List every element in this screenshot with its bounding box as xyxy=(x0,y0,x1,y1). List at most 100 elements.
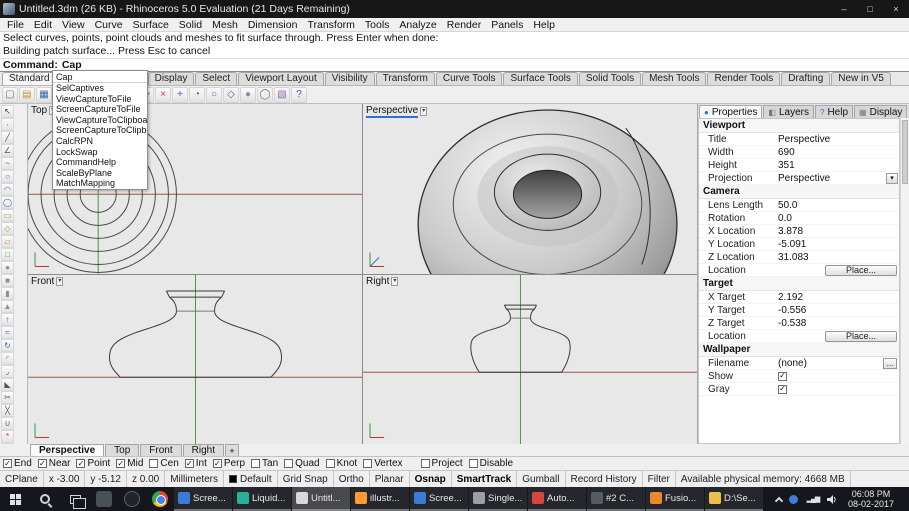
clock[interactable]: 06:08 PM 08-02-2017 xyxy=(844,489,898,509)
toolbar-tab-visibility[interactable]: Visibility xyxy=(324,72,375,85)
toolbar-tab-mesh-tools[interactable]: Mesh Tools xyxy=(642,72,707,85)
toolbar-tab-select[interactable]: Select xyxy=(195,72,238,85)
chevron-down-icon[interactable]: ▾ xyxy=(420,107,428,116)
browse-button[interactable]: ... xyxy=(883,357,897,369)
osnap-toggle-perp[interactable]: ✓ Perp xyxy=(212,458,245,469)
osnap-toggle-tan[interactable]: Tan xyxy=(251,458,278,469)
help-icon[interactable]: ? xyxy=(291,86,307,103)
autocomplete-item-calcrpn[interactable]: CalcRPN xyxy=(53,136,147,147)
task-view-button[interactable] xyxy=(60,487,90,511)
viewport-perspective[interactable]: Perspective ▾ xyxy=(363,104,697,274)
onedrive-icon[interactable] xyxy=(787,492,801,506)
autocomplete-item-screencapturetoclipboard[interactable]: ScreenCaptureToClipboard xyxy=(53,125,147,136)
toolbar-tab-drafting[interactable]: Drafting xyxy=(781,72,831,85)
chrome-button[interactable] xyxy=(146,487,174,511)
menu-item-solid[interactable]: Solid xyxy=(174,19,207,31)
taskbar-window-fusio[interactable]: Fusio... xyxy=(646,487,704,511)
delete-icon[interactable]: × xyxy=(155,86,171,103)
layer-manager-icon[interactable]: ▧ xyxy=(274,86,290,103)
checkbox[interactable]: ✓ xyxy=(778,384,787,394)
surface-tool-icon[interactable]: ▱ xyxy=(1,235,14,248)
polyline-tool-icon[interactable]: ∠ xyxy=(1,144,14,157)
extrude-tool-icon[interactable]: ↑ xyxy=(1,313,14,326)
taskbar-window-liquid[interactable]: Liquid... xyxy=(233,487,291,511)
polygon-tool-icon[interactable]: ◇ xyxy=(1,222,14,235)
toolbar-tab-viewport-layout[interactable]: Viewport Layout xyxy=(238,72,324,85)
explode-tool-icon[interactable]: * xyxy=(1,430,14,443)
autocomplete-item-matchmapping[interactable]: MatchMapping xyxy=(53,178,147,189)
autocomplete-item-viewcapturetoclipboard[interactable]: ViewCaptureToClipboard xyxy=(53,115,147,126)
toolbar-tab-render-tools[interactable]: Render Tools xyxy=(707,72,781,85)
osnap-toggle-quad[interactable]: Quad xyxy=(284,458,320,469)
new-viewport-tab-button[interactable]: + xyxy=(224,444,239,456)
curve-tool-icon[interactable]: ~ xyxy=(1,157,14,170)
autocomplete-item-lockswap[interactable]: LockSwap xyxy=(53,147,147,158)
autocomplete-item-commandhelp[interactable]: CommandHelp xyxy=(53,157,147,168)
sweep-tool-icon[interactable]: ◜ xyxy=(1,352,14,365)
checkbox[interactable] xyxy=(363,459,373,468)
checkbox[interactable] xyxy=(420,459,430,468)
viewport-right[interactable]: Right ▾ xyxy=(363,274,697,444)
menu-item-render[interactable]: Render xyxy=(442,19,486,31)
status-current-layer[interactable]: Default xyxy=(224,471,278,487)
menu-item-view[interactable]: View xyxy=(57,19,90,31)
taskbar-window-scree[interactable]: Scree... xyxy=(410,487,468,511)
status-planar[interactable]: Planar xyxy=(370,471,410,487)
checkbox[interactable] xyxy=(284,459,294,468)
zoom-icon[interactable]: ○ xyxy=(206,86,222,103)
fillet-tool-icon[interactable]: ◞ xyxy=(1,365,14,378)
obs-button[interactable] xyxy=(118,487,146,511)
place-button[interactable]: Place... xyxy=(825,330,897,342)
open-file-icon[interactable]: ▤ xyxy=(19,86,35,103)
new-file-icon[interactable]: ▢ xyxy=(2,86,18,103)
osnap-toggle-cen[interactable]: Cen xyxy=(149,458,179,469)
viewport-tab-right[interactable]: Right xyxy=(182,444,224,456)
osnap-toggle-int[interactable]: ✓ Int xyxy=(184,458,207,469)
status-ortho[interactable]: Ortho xyxy=(334,471,370,487)
toolbar-tab-curve-tools[interactable]: Curve Tools xyxy=(435,72,503,85)
toolbar-tab-standard[interactable]: Standard xyxy=(2,72,57,85)
status-osnap[interactable]: Osnap xyxy=(410,471,452,487)
menu-item-transform[interactable]: Transform xyxy=(302,19,359,31)
circle-tool-icon[interactable]: ○ xyxy=(1,170,14,183)
checkbox[interactable] xyxy=(251,459,261,468)
checkbox[interactable] xyxy=(149,459,159,468)
checkbox[interactable]: ✓ xyxy=(184,459,194,468)
status-smarttrack[interactable]: SmartTrack xyxy=(452,471,518,487)
maximize-button[interactable]: □ xyxy=(857,0,883,18)
panel-tab-display[interactable]: ▦ Display xyxy=(854,105,908,118)
checkbox[interactable]: ✓ xyxy=(76,459,86,468)
menu-item-panels[interactable]: Panels xyxy=(486,19,528,31)
join-tool-icon[interactable]: ∪ xyxy=(1,417,14,430)
checkbox[interactable] xyxy=(468,459,478,468)
toolbar-tab-display[interactable]: Display xyxy=(147,72,195,85)
viewport-perspective-label[interactable]: Perspective ▾ xyxy=(366,105,428,118)
search-button[interactable] xyxy=(30,487,60,511)
osnap-toggle-end[interactable]: ✓ End xyxy=(3,458,32,469)
volume-icon[interactable] xyxy=(825,492,839,506)
wireframe-view-icon[interactable]: ◯ xyxy=(257,86,273,103)
viewport-front[interactable]: Front ▾ xyxy=(28,274,362,444)
move-icon[interactable]: + xyxy=(172,86,188,103)
minimize-button[interactable]: – xyxy=(831,0,857,18)
taskbar-window-2-c[interactable]: #2 C... xyxy=(587,487,645,511)
plane-tool-icon[interactable]: □ xyxy=(1,248,14,261)
panel-tab-properties[interactable]: ● Properties xyxy=(699,105,763,118)
chamfer-tool-icon[interactable]: ◣ xyxy=(1,378,14,391)
cylinder-tool-icon[interactable]: ▮ xyxy=(1,287,14,300)
autocomplete-item-viewcapturetofile[interactable]: ViewCaptureToFile xyxy=(53,94,147,105)
status-record-history[interactable]: Record History xyxy=(566,471,643,487)
viewport-tab-perspective[interactable]: Perspective xyxy=(30,444,105,456)
osnap-toggle-mid[interactable]: ✓ Mid xyxy=(116,458,143,469)
viewport-tab-top[interactable]: Top xyxy=(105,444,140,456)
viewport-tab-front[interactable]: Front xyxy=(140,444,182,456)
taskbar-window-illustr[interactable]: illustr... xyxy=(351,487,409,511)
status-cplane[interactable]: CPlane xyxy=(0,471,44,487)
menu-item-help[interactable]: Help xyxy=(528,19,560,31)
revolve-tool-icon[interactable]: ↻ xyxy=(1,339,14,352)
trim-tool-icon[interactable]: ✂ xyxy=(1,391,14,404)
autocomplete-item-screencapturetofile[interactable]: ScreenCaptureToFile xyxy=(53,104,147,115)
chevron-down-icon[interactable]: ▾ xyxy=(886,172,898,184)
checkbox[interactable]: ✓ xyxy=(212,459,222,468)
osnap-toggle-project[interactable]: Project xyxy=(420,458,463,469)
